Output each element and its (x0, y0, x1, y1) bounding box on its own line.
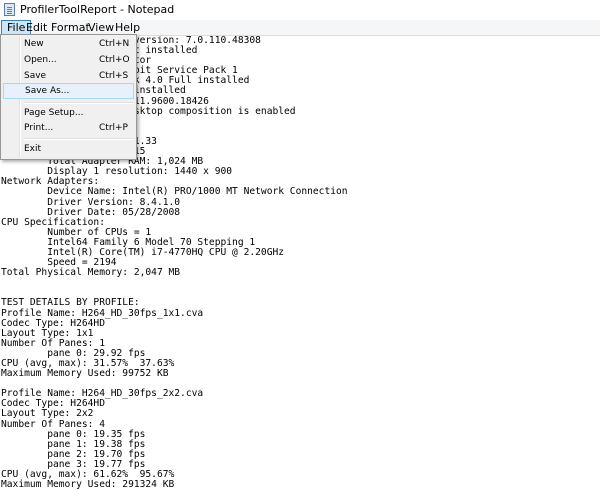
menu-item-save-as[interactable]: Save As... (3, 83, 134, 99)
menu-item-new[interactable]: New Ctrl+N (3, 36, 134, 52)
menu-item-save-label: Save (24, 71, 47, 81)
menu-separator (24, 138, 134, 140)
menu-item-print-shortcut: Ctrl+P (99, 123, 128, 133)
file-dropdown-menu: New Ctrl+N Open... Ctrl+O Save Ctrl+S Sa… (0, 34, 137, 160)
menu-help[interactable]: Help (110, 20, 145, 35)
menu-item-save[interactable]: Save Ctrl+S (3, 68, 134, 84)
menu-item-new-label: New (24, 39, 44, 49)
menu-item-page-setup[interactable]: Page Setup... (3, 105, 134, 121)
menu-item-save-shortcut: Ctrl+S (99, 71, 129, 81)
menu-item-print[interactable]: Print... Ctrl+P (3, 120, 134, 136)
menu-item-open-label: Open... (24, 55, 57, 65)
menu-item-open-shortcut: Ctrl+O (99, 55, 130, 65)
menu-item-open[interactable]: Open... Ctrl+O (3, 52, 134, 68)
menu-item-print-label: Print... (24, 123, 54, 133)
window-title: ProfilerToolReport - Notepad (20, 3, 175, 16)
menu-item-save-as-label: Save As... (25, 86, 70, 96)
menu-item-exit[interactable]: Exit (3, 141, 134, 157)
menu-item-new-shortcut: Ctrl+N (99, 39, 130, 49)
menu-separator (24, 102, 134, 104)
menu-item-page-setup-label: Page Setup... (24, 108, 84, 118)
menu-item-exit-label: Exit (24, 144, 42, 154)
notepad-icon (4, 3, 15, 16)
title-bar: ProfilerToolReport - Notepad (0, 0, 600, 21)
